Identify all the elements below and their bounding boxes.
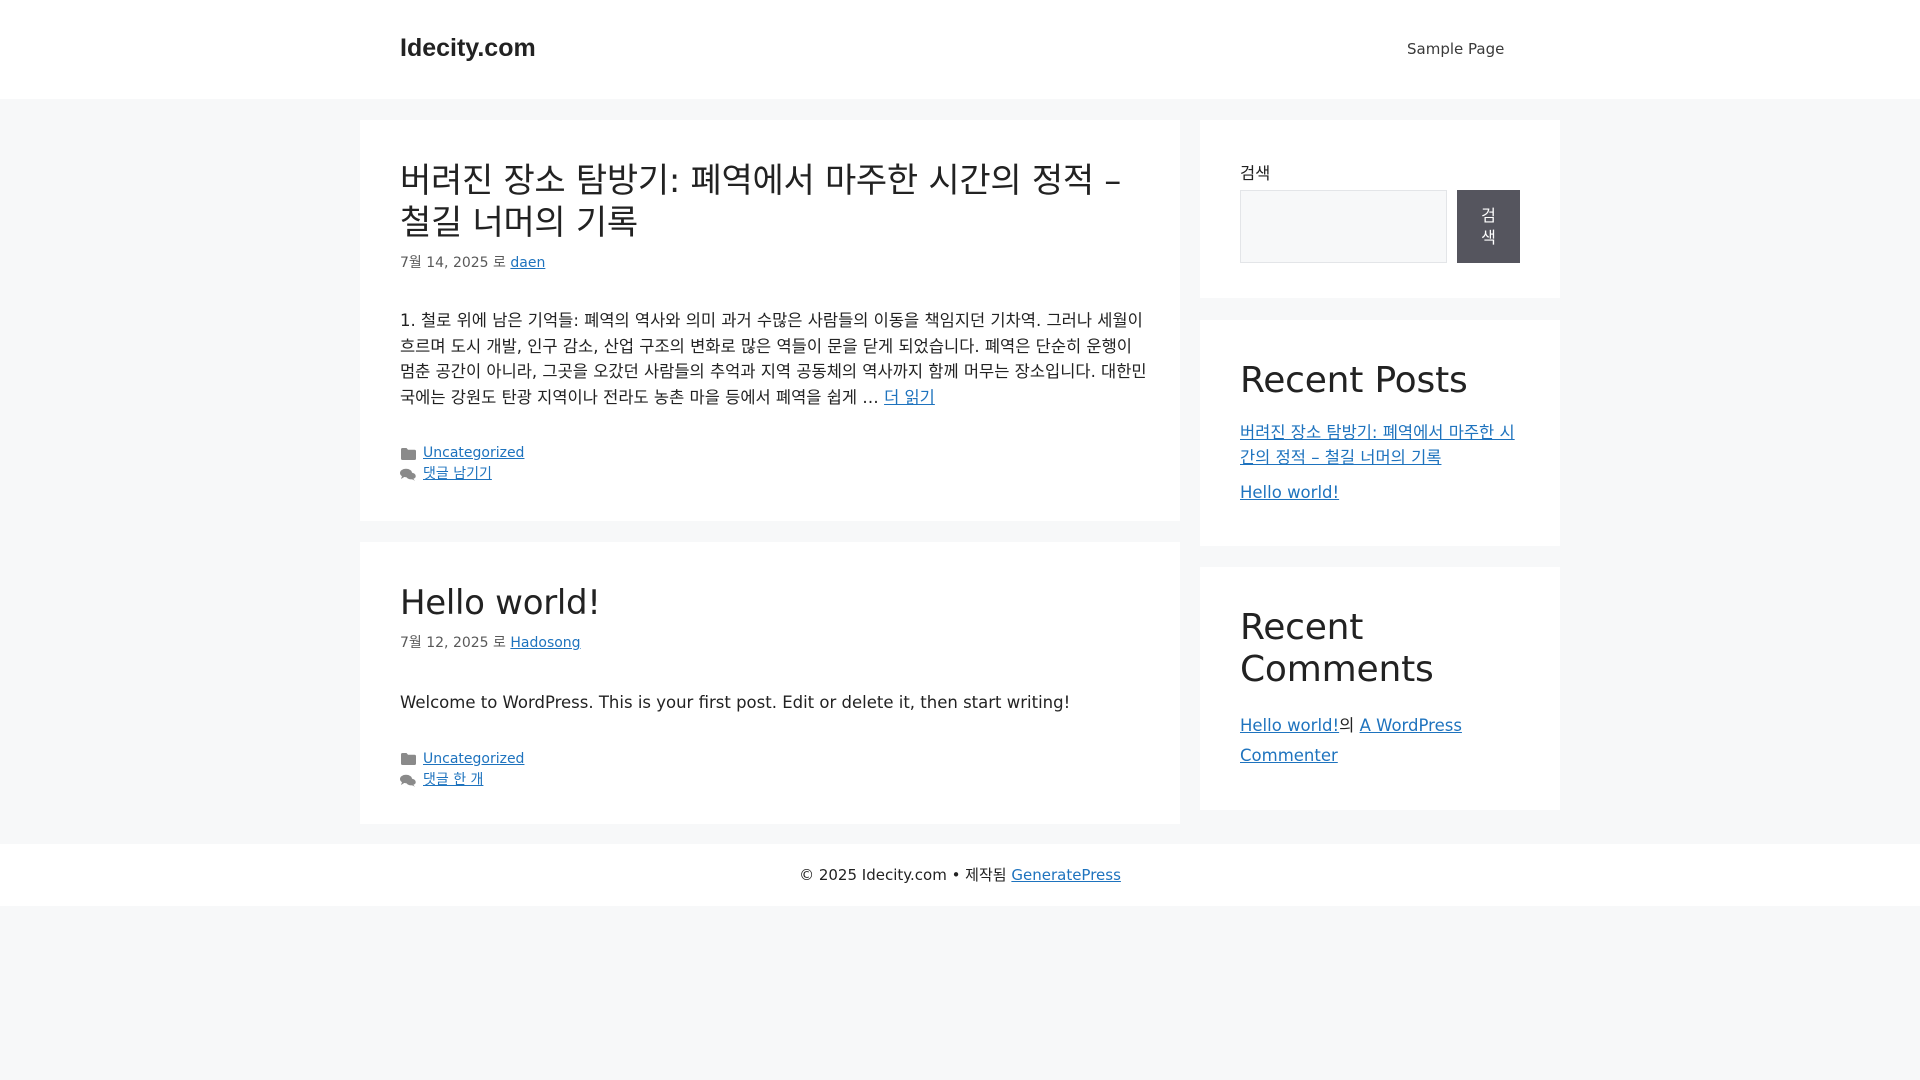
recent-posts-list: 버려진 장소 탐방기: 폐역에서 마주한 시간의 정적 – 철길 너머의 기록 … bbox=[1240, 420, 1520, 505]
post-excerpt: 1. 철로 위에 남은 기억들: 폐역의 역사와 의미 과거 수많은 사람들의 … bbox=[400, 308, 1150, 410]
recent-comments-list: Hello world!의 A WordPress Commenter bbox=[1240, 711, 1520, 771]
list-item: Hello world! bbox=[1240, 480, 1520, 505]
comment-joiner: 의 bbox=[1339, 716, 1355, 735]
generatepress-link[interactable]: GeneratePress bbox=[1011, 866, 1121, 884]
folder-icon bbox=[400, 752, 416, 766]
comments-icon bbox=[400, 468, 416, 482]
search-input[interactable] bbox=[1240, 190, 1447, 263]
widget-title: Recent Comments bbox=[1240, 607, 1434, 690]
copyright-text: © 2025 Idecity.com • 제작됨 bbox=[799, 866, 1007, 884]
post-author-link[interactable]: Hadosong bbox=[510, 635, 580, 651]
post-byline: 로 bbox=[493, 635, 506, 651]
post-author-link[interactable]: daen bbox=[510, 255, 545, 271]
recent-comments-widget: Recent Comments Hello world!의 A WordPres… bbox=[1200, 567, 1560, 810]
search-widget: 검색 검색 bbox=[1200, 120, 1560, 298]
post-meta: 7월 14, 2025 로 daen bbox=[400, 252, 1140, 272]
post-date[interactable]: 7월 14, 2025 bbox=[400, 255, 489, 271]
post-comments-row: 댓글 한 개 bbox=[400, 770, 1140, 791]
read-more-link[interactable]: 더 읽기 bbox=[884, 388, 935, 407]
search-form: 검색 bbox=[1240, 190, 1520, 263]
post-footer: Uncategorized 댓글 남기기 bbox=[400, 443, 1140, 485]
post-byline: 로 bbox=[493, 255, 506, 271]
site-header: Idecity.com Sample Page bbox=[0, 0, 1920, 99]
post-article: 버려진 장소 탐방기: 폐역에서 마주한 시간의 정적 – 철길 너머의 기록 … bbox=[360, 120, 1180, 521]
list-item: 버려진 장소 탐방기: 폐역에서 마주한 시간의 정적 – 철길 너머의 기록 bbox=[1240, 420, 1520, 470]
comments-link[interactable]: 댓글 남기기 bbox=[423, 464, 492, 485]
widget-title: Recent Posts bbox=[1240, 360, 1468, 401]
post-excerpt-text: 1. 철로 위에 남은 기억들: 폐역의 역사와 의미 과거 수많은 사람들의 … bbox=[400, 311, 1147, 407]
post-date[interactable]: 7월 12, 2025 bbox=[400, 635, 489, 651]
site-footer: © 2025 Idecity.com • 제작됨 GeneratePress bbox=[0, 844, 1920, 906]
nav-item-sample-page[interactable]: Sample Page bbox=[1407, 40, 1504, 58]
site-title-link[interactable]: Idecity.com bbox=[400, 34, 536, 63]
search-button[interactable]: 검색 bbox=[1457, 190, 1520, 263]
category-link[interactable]: Uncategorized bbox=[423, 749, 524, 770]
comment-post-link[interactable]: Hello world! bbox=[1240, 716, 1339, 735]
post-title[interactable]: Hello world! bbox=[400, 582, 1140, 624]
recent-posts-widget: Recent Posts 버려진 장소 탐방기: 폐역에서 마주한 시간의 정적… bbox=[1200, 320, 1560, 546]
comments-link[interactable]: 댓글 한 개 bbox=[423, 770, 483, 791]
search-label: 검색 bbox=[1240, 164, 1271, 183]
category-link[interactable]: Uncategorized bbox=[423, 443, 524, 464]
comments-icon bbox=[400, 773, 416, 787]
post-comments-row: 댓글 남기기 bbox=[400, 464, 1140, 485]
folder-icon bbox=[400, 447, 416, 461]
post-meta: 7월 12, 2025 로 Hadosong bbox=[400, 632, 1140, 652]
recent-post-link[interactable]: 버려진 장소 탐방기: 폐역에서 마주한 시간의 정적 – 철길 너머의 기록 bbox=[1240, 423, 1515, 467]
recent-post-link[interactable]: Hello world! bbox=[1240, 483, 1339, 502]
list-item: Hello world!의 A WordPress Commenter bbox=[1240, 711, 1520, 771]
post-category-row: Uncategorized bbox=[400, 443, 1140, 464]
post-footer: Uncategorized 댓글 한 개 bbox=[400, 749, 1140, 791]
post-article: Hello world! 7월 12, 2025 로 Hadosong Welc… bbox=[360, 542, 1180, 824]
post-category-row: Uncategorized bbox=[400, 749, 1140, 770]
post-excerpt: Welcome to WordPress. This is your first… bbox=[400, 693, 1071, 712]
post-title[interactable]: 버려진 장소 탐방기: 폐역에서 마주한 시간의 정적 – 철길 너머의 기록 bbox=[400, 160, 1140, 244]
